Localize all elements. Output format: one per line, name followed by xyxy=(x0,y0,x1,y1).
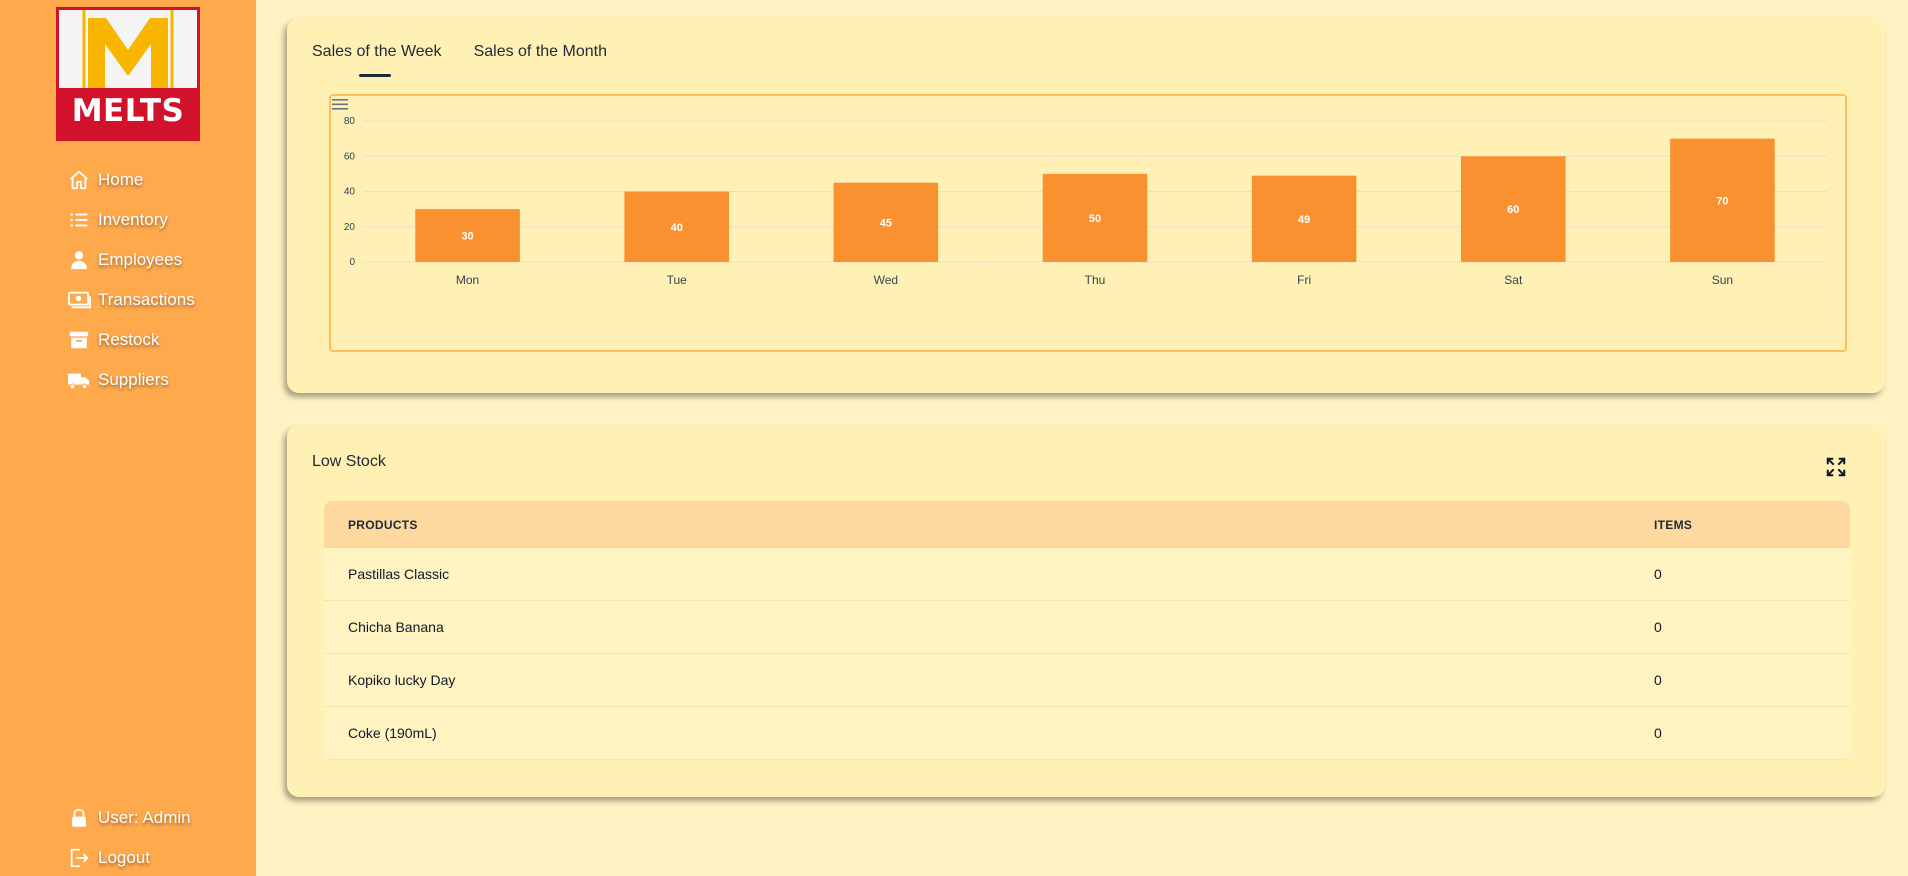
sidebar-account: User: Admin Logout xyxy=(66,798,191,876)
archive-icon xyxy=(66,327,92,353)
logo-mark xyxy=(59,10,197,88)
home-icon xyxy=(66,167,92,193)
table-row[interactable]: Chicha Banana 0 xyxy=(324,601,1850,654)
lock-icon xyxy=(66,805,92,831)
tab-sales-month[interactable]: Sales of the Month xyxy=(474,43,607,61)
sidebar-item-inventory[interactable]: Inventory xyxy=(66,200,195,240)
y-tick-label: 20 xyxy=(344,222,356,233)
bar-value-label: 50 xyxy=(1089,213,1101,225)
column-header-products[interactable]: PRODUCTS xyxy=(324,518,1654,532)
y-tick-label: 0 xyxy=(349,257,355,268)
low-stock-table: PRODUCTS ITEMS Pastillas Classic 0 Chich… xyxy=(324,501,1850,760)
sidebar-item-label: Employees xyxy=(98,250,183,269)
sales-chart: 0 20 40 60 80 30 Mon 40 Tue 45 Wed 50 Thu 49 Fri 60 Sat 7… xyxy=(329,94,1847,352)
logout-label: Logout xyxy=(98,848,150,867)
y-tick-label: 60 xyxy=(344,151,356,162)
product-name: Pastillas Classic xyxy=(348,566,450,582)
logo-text: MELTS xyxy=(71,93,185,129)
truck-icon xyxy=(66,367,92,393)
bar-value-label: 40 xyxy=(671,222,683,234)
user-info[interactable]: User: Admin xyxy=(66,798,191,838)
sidebar-item-label: Transactions xyxy=(98,290,195,309)
bar-value-label: 45 xyxy=(880,217,892,229)
y-tick-label: 80 xyxy=(344,116,356,127)
user-icon xyxy=(66,247,92,273)
user-label: User: Admin xyxy=(98,808,191,827)
money-icon xyxy=(66,287,92,313)
list-icon xyxy=(66,207,92,233)
table-row[interactable]: Pastillas Classic 0 xyxy=(324,548,1850,601)
product-name: Chicha Banana xyxy=(348,619,444,635)
x-tick-label: Thu xyxy=(1085,273,1106,287)
sidebar-item-label: Home xyxy=(98,170,144,189)
x-tick-label: Sun xyxy=(1712,273,1733,287)
chart-menu-icon[interactable] xyxy=(331,96,349,112)
low-stock-title: Low Stock xyxy=(312,453,386,470)
melts-logo[interactable]: MELTS xyxy=(56,7,200,141)
bar-chart: 0 20 40 60 80 30 Mon 40 Tue 45 Wed 50 Thu 49 Fri 60 Sat 7… xyxy=(344,116,1827,287)
item-count: 0 xyxy=(1654,566,1662,582)
item-count: 0 xyxy=(1654,619,1662,635)
sales-tabs: Sales of the Week Sales of the Month xyxy=(312,43,607,61)
x-tick-label: Fri xyxy=(1297,273,1311,287)
sidebar-item-transactions[interactable]: Transactions xyxy=(66,280,195,320)
product-name: Kopiko lucky Day xyxy=(348,672,456,688)
sidebar-nav: Home Inventory Employees Transactions Re… xyxy=(66,160,195,400)
bar-value-label: 60 xyxy=(1507,204,1519,216)
sidebar-item-employees[interactable]: Employees xyxy=(66,240,195,280)
expand-icon[interactable] xyxy=(1825,456,1847,478)
low-stock-card: Low Stock PRODUCTS ITEMS Pastillas Class… xyxy=(287,425,1885,797)
sidebar-item-restock[interactable]: Restock xyxy=(66,320,195,360)
x-tick-label: Tue xyxy=(667,273,688,287)
table-row[interactable]: Kopiko lucky Day 0 xyxy=(324,654,1850,707)
bar-value-label: 30 xyxy=(461,231,473,243)
sidebar-item-suppliers[interactable]: Suppliers xyxy=(66,360,195,400)
sidebar-item-label: Restock xyxy=(98,330,160,349)
y-tick-label: 40 xyxy=(344,187,356,198)
x-tick-label: Mon xyxy=(456,273,479,287)
sidebar: MELTS Home Inventory Employees Transacti… xyxy=(0,0,256,876)
sales-card: Sales of the Week Sales of the Month 0 20… xyxy=(287,18,1885,393)
column-header-items[interactable]: ITEMS xyxy=(1654,518,1850,532)
table-header: PRODUCTS ITEMS xyxy=(324,501,1850,548)
tab-sales-week[interactable]: Sales of the Week xyxy=(312,43,442,61)
table-row[interactable]: Coke (190mL) 0 xyxy=(324,707,1850,760)
logout-icon xyxy=(66,845,92,871)
x-tick-label: Sat xyxy=(1504,273,1523,287)
item-count: 0 xyxy=(1654,725,1662,741)
logout-button[interactable]: Logout xyxy=(66,838,191,876)
item-count: 0 xyxy=(1654,672,1662,688)
sidebar-item-home[interactable]: Home xyxy=(66,160,195,200)
sidebar-item-label: Inventory xyxy=(98,210,168,229)
x-tick-label: Wed xyxy=(874,273,898,287)
bar-value-label: 49 xyxy=(1298,214,1310,226)
bar-value-label: 70 xyxy=(1716,195,1728,207)
active-tab-indicator xyxy=(359,74,391,77)
sidebar-item-label: Suppliers xyxy=(98,370,169,389)
product-name: Coke (190mL) xyxy=(348,725,437,741)
